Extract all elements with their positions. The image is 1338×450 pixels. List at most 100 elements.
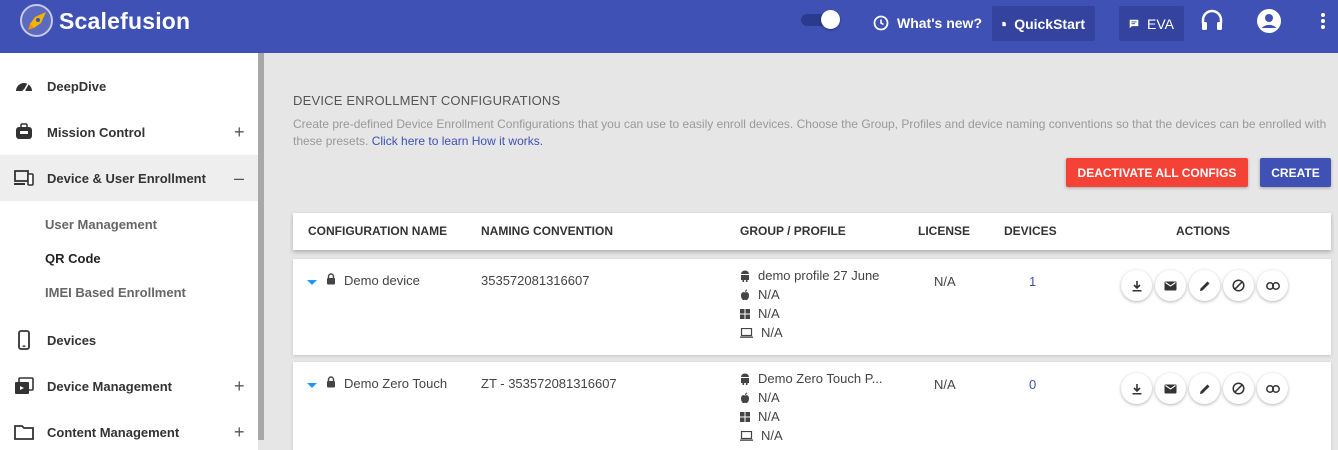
sidebar-subitem-imei-enrollment[interactable]: IMEI Based Enrollment (45, 285, 186, 300)
expand-row-icon[interactable] (307, 280, 317, 285)
learn-how-link[interactable]: Click here to learn How it works. (372, 134, 543, 148)
more-vertical-icon[interactable] (1318, 8, 1328, 34)
deactivate-button[interactable] (1223, 373, 1254, 404)
link-icon (1265, 281, 1280, 290)
create-button[interactable]: CREATE (1260, 158, 1331, 187)
laptop-profile: N/A (740, 428, 783, 443)
license-value: N/A (934, 274, 956, 289)
sidebar-item-label: Mission Control (47, 124, 146, 140)
devices-icon (14, 170, 34, 186)
column-header-devices: DEVICES (1004, 224, 1057, 238)
sidebar-subitem-qr-code[interactable]: QR Code (45, 251, 101, 266)
block-icon (1232, 279, 1245, 292)
column-header-configuration-name: CONFIGURATION NAME (308, 224, 448, 238)
sidebar-item-label: DeepDive (47, 78, 107, 94)
deactivate-all-configs-button[interactable]: DEACTIVATE ALL CONFIGS (1066, 158, 1248, 187)
whats-new-link[interactable]: What's new? (873, 13, 982, 33)
eva-label: EVA (1147, 15, 1174, 32)
laptop-profile-label: N/A (761, 325, 783, 340)
account-icon[interactable] (1256, 8, 1282, 34)
devices-count-link[interactable]: 0 (1029, 377, 1036, 392)
expand-icon[interactable]: + (234, 377, 245, 395)
windows-icon (740, 411, 750, 422)
android-profile-label: demo profile 27 June (758, 268, 880, 283)
lock-icon (327, 376, 335, 388)
license-value: N/A (934, 377, 956, 392)
expand-icon[interactable]: + (234, 123, 245, 141)
windows-profile: N/A (740, 409, 780, 424)
android-icon (741, 373, 749, 385)
top-bar: Scalefusion What's new? QuickStart EVA (0, 0, 1338, 53)
brand-name[interactable]: Scalefusion (59, 8, 190, 35)
expand-row-icon[interactable] (307, 383, 317, 388)
copy-link-button[interactable] (1257, 373, 1288, 404)
windows-icon (740, 308, 750, 319)
row-actions (1121, 373, 1288, 404)
column-header-license: LICENSE (918, 224, 971, 238)
link-icon (1265, 384, 1280, 393)
expand-icon[interactable]: + (234, 423, 245, 441)
download-icon (1132, 383, 1141, 394)
sidebar-item-label: Devices (47, 332, 97, 348)
email-button[interactable] (1155, 270, 1186, 301)
chat-icon (1129, 19, 1139, 28)
sidebar-item-label: Content Management (47, 424, 180, 440)
phone-icon (18, 330, 30, 350)
device-management-icon (15, 377, 34, 394)
theme-toggle[interactable] (801, 10, 840, 29)
laptop-profile: N/A (740, 325, 783, 340)
edit-button[interactable] (1189, 373, 1220, 404)
apple-profile: N/A (740, 287, 780, 302)
sidebar-item-device-management[interactable]: Device Management + (0, 363, 258, 409)
rocket-icon (28, 12, 46, 30)
apple-icon (741, 392, 749, 403)
eva-button[interactable]: EVA (1119, 6, 1184, 41)
sidebar-item-mission-control[interactable]: Mission Control + (0, 109, 258, 155)
edit-icon (1199, 281, 1209, 291)
apple-profile-label: N/A (758, 390, 780, 405)
laptop-profile-label: N/A (761, 428, 783, 443)
download-button[interactable] (1121, 270, 1152, 301)
mail-icon (1164, 281, 1177, 290)
email-button[interactable] (1155, 373, 1186, 404)
control-icon (16, 123, 32, 139)
block-icon (1232, 382, 1245, 395)
mail-icon (1164, 384, 1177, 393)
column-header-naming-convention: NAMING CONVENTION (481, 224, 613, 238)
clock-icon (873, 15, 889, 31)
sidebar-item-devices[interactable]: Devices (0, 317, 258, 363)
collapse-icon[interactable]: – (234, 169, 244, 187)
page-title: DEVICE ENROLLMENT CONFIGURATIONS (293, 93, 561, 108)
devices-count-link[interactable]: 1 (1029, 274, 1036, 289)
android-profile: demo profile 27 June (740, 268, 879, 283)
quickstart-button[interactable]: QuickStart (992, 6, 1095, 41)
windows-profile-label: N/A (758, 409, 780, 424)
sidebar-item-label: Device Management (47, 378, 172, 394)
table-row: Demo device 353572081316607 demo profile… (293, 259, 1331, 355)
row-actions (1121, 270, 1288, 301)
sidebar-item-content-management[interactable]: Content Management + (0, 409, 258, 450)
sidebar-scrollbar[interactable] (258, 53, 264, 440)
headset-icon[interactable] (1199, 8, 1225, 34)
scalefusion-logo[interactable] (20, 4, 53, 37)
quickstart-label: QuickStart (1014, 15, 1085, 32)
configuration-name[interactable]: Demo Zero Touch (344, 376, 447, 391)
deactivate-button[interactable] (1223, 270, 1254, 301)
table-row: Demo Zero Touch ZT - 353572081316607 Dem… (293, 362, 1331, 450)
download-icon (1132, 280, 1141, 291)
sidebar-subitem-user-management[interactable]: User Management (45, 217, 157, 232)
naming-convention: ZT - 353572081316607 (481, 376, 617, 391)
sidebar-item-device-user-enrollment[interactable]: Device & User Enrollment – (0, 155, 258, 201)
apple-profile-label: N/A (758, 287, 780, 302)
download-button[interactable] (1121, 373, 1152, 404)
android-profile: Demo Zero Touch P... (740, 371, 883, 386)
sidebar-item-deepdive[interactable]: DeepDive (0, 63, 258, 109)
document-icon (1002, 21, 1006, 26)
whats-new-label: What's new? (897, 15, 982, 31)
edit-button[interactable] (1189, 270, 1220, 301)
apple-icon (741, 289, 749, 300)
sidebar-item-label: Device & User Enrollment (47, 170, 206, 186)
configuration-name[interactable]: Demo device (344, 273, 420, 288)
copy-link-button[interactable] (1257, 270, 1288, 301)
lock-icon (327, 273, 335, 285)
